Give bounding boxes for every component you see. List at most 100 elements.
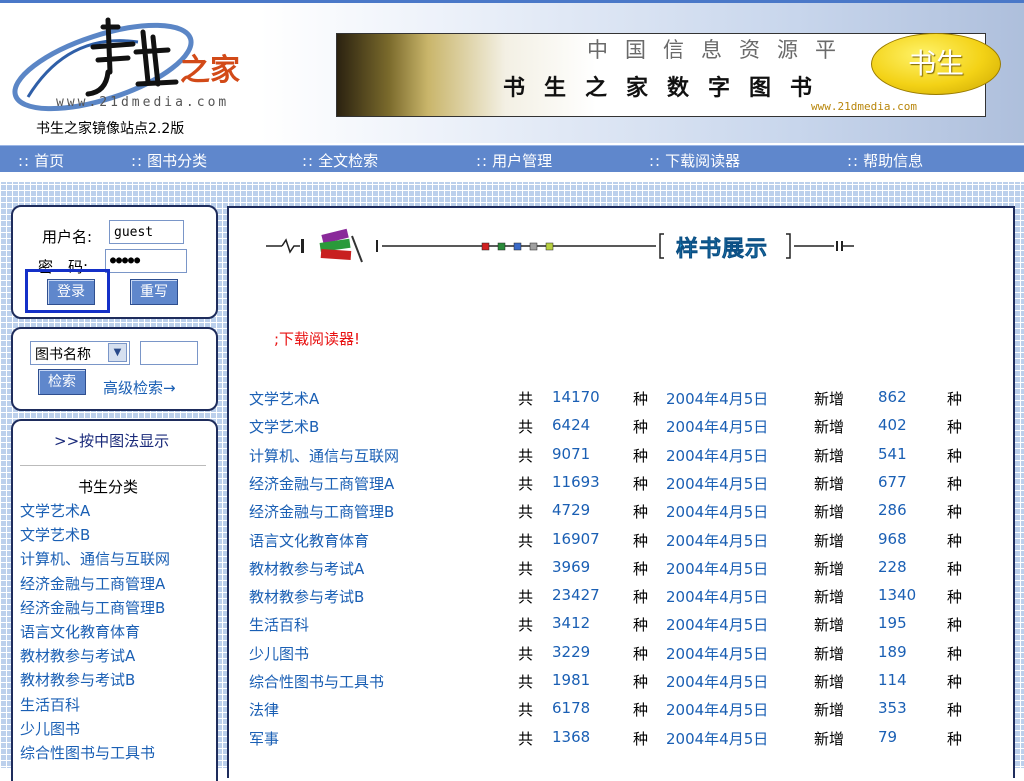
new-added-count: 189 (878, 642, 907, 661)
category-name-link[interactable]: 生活百科 (249, 614, 309, 635)
nav-item-label: 首页 (34, 152, 65, 170)
sidebar-category-item[interactable]: 经济金融与工商管理B (20, 597, 165, 618)
total-label: 共 (518, 503, 534, 522)
sidebar-category-item[interactable]: 少儿图书 (20, 718, 80, 739)
banner-line-2: 书生之家数字图书 (503, 75, 832, 101)
new-added-label: 新增 (814, 729, 845, 748)
category-name-link[interactable]: 综合性图书与工具书 (249, 671, 384, 692)
total-count: 11693 (552, 472, 600, 491)
update-date: 2004年4月5日 (666, 390, 769, 408)
sidebar-category-item[interactable]: 文学艺术B (20, 524, 90, 545)
total-count: 14170 (552, 388, 600, 406)
username-input[interactable] (109, 220, 184, 244)
category-name-link[interactable]: 文学艺术A (249, 388, 319, 409)
nav-item-book-categories[interactable]: :: 图书分类 (131, 150, 207, 171)
category-name-link[interactable]: 经济金融与工商管理B (249, 501, 394, 522)
new-added-label: 新增 (814, 446, 845, 465)
total-label: 共 (518, 588, 534, 607)
sidebar-category-item[interactable]: 经济金融与工商管理A (20, 573, 165, 594)
new-added-count: 541 (878, 444, 907, 463)
nav-item-help[interactable]: :: 帮助信息 (847, 150, 923, 171)
total-label: 共 (518, 559, 534, 578)
total-count: 3229 (552, 642, 591, 661)
advanced-search-link[interactable]: 高级检索→ (103, 377, 176, 398)
sidebar-category-item[interactable]: 语言文化教育体育 (20, 621, 140, 642)
search-input[interactable] (140, 341, 198, 365)
new-added-label: 新增 (814, 474, 845, 493)
sidebar-category-item[interactable]: 教材教参与考试A (20, 645, 135, 666)
category-name-link[interactable]: 法律 (249, 699, 279, 720)
category-name-link[interactable]: 语言文化教育体育 (249, 530, 369, 551)
new-added-label: 新增 (814, 418, 845, 437)
reset-button[interactable]: 重写 (130, 279, 178, 305)
category-name-link[interactable]: 教材教参与考试B (249, 586, 364, 607)
unit-label: 种 (633, 446, 649, 465)
download-reader-link[interactable]: ;下载阅读器! (274, 328, 360, 349)
new-added-count: 114 (878, 671, 907, 689)
new-added-label: 新增 (814, 390, 845, 408)
nav-item-label: 图书分类 (147, 152, 208, 170)
nav-item-label: 用户管理 (492, 152, 553, 170)
update-date: 2004年4月5日 (666, 729, 769, 748)
nav-dots: :: (18, 152, 31, 170)
category-name-link[interactable]: 计算机、通信与互联网 (249, 445, 399, 466)
update-date: 2004年4月5日 (666, 644, 769, 663)
unit-label: 种 (633, 531, 649, 550)
new-added-label: 新增 (814, 503, 845, 522)
new-added-count: 677 (878, 472, 907, 491)
total-label: 共 (518, 616, 534, 635)
logo-text: 之家 (180, 53, 240, 88)
banner-line-1: 中国信息资源平 (587, 38, 853, 62)
category-name-link[interactable]: 军事 (249, 728, 279, 749)
sidebar-category-item[interactable]: 教材教参与考试B (20, 669, 135, 690)
login-button[interactable]: 登录 (47, 279, 95, 305)
sample-banner-decoration (266, 228, 854, 263)
total-count: 16907 (552, 529, 600, 548)
total-label: 共 (518, 644, 534, 663)
unit-label: 种 (947, 390, 963, 408)
sidebar-category-item[interactable]: 生活百科 (20, 694, 80, 715)
unit-label: 种 (947, 588, 963, 607)
banner-url: www.21dmedia.com (811, 100, 917, 113)
category-name-link[interactable]: 教材教参与考试A (249, 558, 364, 579)
sidebar-category-item[interactable]: 计算机、通信与互联网 (20, 548, 170, 569)
unit-label: 种 (633, 729, 649, 748)
total-label: 共 (518, 418, 534, 437)
nav-item-label: 全文检索 (318, 152, 379, 170)
nav-item-fulltext-search[interactable]: :: 全文检索 (302, 150, 378, 171)
search-button[interactable]: 检索 (38, 369, 86, 395)
new-added-label: 新增 (814, 531, 845, 550)
nav-item-download-reader[interactable]: :: 下载阅读器 (649, 150, 740, 171)
category-name-link[interactable]: 少儿图书 (249, 643, 309, 664)
total-label: 共 (518, 446, 534, 465)
total-label: 共 (518, 729, 534, 748)
total-count: 3412 (552, 614, 591, 633)
unit-label: 种 (947, 644, 963, 663)
nav-dots: :: (131, 152, 144, 170)
password-input[interactable]: ●●●●● (105, 249, 187, 273)
update-date: 2004年4月5日 (666, 503, 769, 522)
nav-dots: :: (847, 152, 860, 170)
nav-item-user-management[interactable]: :: 用户管理 (476, 150, 552, 171)
category-name-link[interactable]: 经济金融与工商管理A (249, 473, 394, 494)
new-added-count: 79 (878, 727, 898, 746)
update-date: 2004年4月5日 (666, 616, 769, 635)
sidebar-category-item[interactable]: 综合性图书与工具书 (20, 742, 155, 763)
total-count: 1368 (552, 727, 591, 746)
nav-item-home[interactable]: :: 首页 (18, 150, 64, 171)
total-label: 共 (518, 390, 534, 408)
unit-label: 种 (633, 701, 649, 720)
chevron-down-icon[interactable]: ▼ (108, 343, 127, 362)
show-by-clc-link[interactable]: >>按中图法显示 (54, 430, 169, 451)
unit-label: 种 (633, 588, 649, 607)
sidebar-category-item[interactable]: 文学艺术A (20, 500, 90, 521)
total-count: 1981 (552, 671, 591, 689)
nav-item-label: 下载阅读器 (665, 152, 741, 170)
new-added-count: 195 (878, 614, 907, 633)
new-added-count: 1340 (878, 586, 917, 605)
new-added-count: 228 (878, 557, 907, 576)
unit-label: 种 (633, 644, 649, 663)
unit-label: 种 (947, 729, 963, 748)
unit-label: 种 (947, 446, 963, 465)
category-name-link[interactable]: 文学艺术B (249, 416, 319, 437)
